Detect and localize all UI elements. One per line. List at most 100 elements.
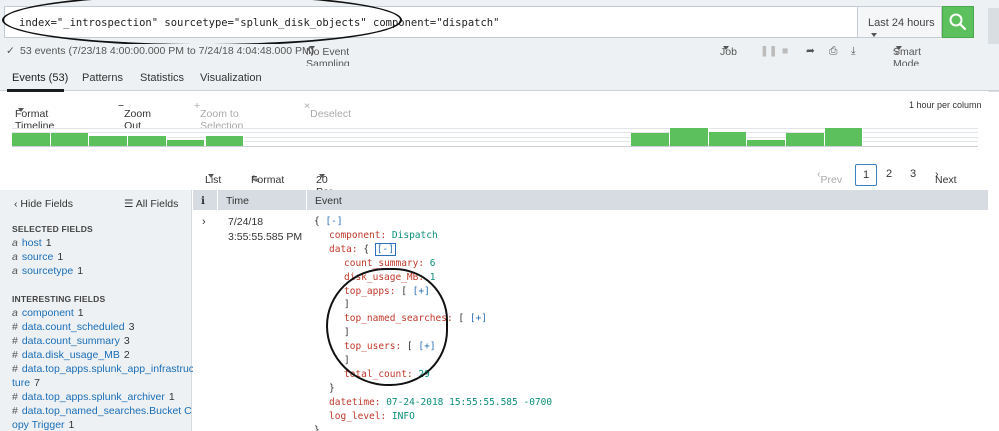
search-button[interactable] [942, 6, 974, 38]
field-item[interactable]: ture 7 [12, 377, 40, 389]
field-type-icon: # [12, 335, 18, 347]
json-line: data: { [-] [329, 242, 396, 256]
selected-fields-title: SELECTED FIELDS [12, 224, 93, 234]
json-line: disk_usage_MB: 1 [344, 271, 436, 283]
time-range-label: Last 24 hours [868, 17, 935, 29]
timeline-bar[interactable] [631, 133, 670, 146]
timeline-bar[interactable] [128, 136, 167, 146]
stop-icon[interactable]: ■ [782, 45, 788, 57]
timeline-bar[interactable] [708, 132, 748, 146]
field-item[interactable]: opy Trigger 1 [12, 419, 74, 431]
field-count: 2 [123, 349, 130, 361]
field-type-icon: # [12, 349, 18, 361]
hide-fields-button[interactable]: ‹ Hide Fields [14, 198, 73, 210]
search-icon [949, 13, 967, 31]
field-count: 1 [168, 391, 175, 403]
json-line: top_apps: [ [+] [344, 285, 430, 297]
field-type-icon: # [12, 391, 18, 403]
field-type-icon: a [12, 251, 18, 263]
json-line: log_level: INFO [329, 410, 415, 422]
field-item[interactable]: a component 1 [12, 307, 84, 319]
timeline-chart[interactable] [12, 128, 978, 146]
time-range-picker[interactable]: Last 24 hours [857, 6, 942, 38]
timeline-baseline [12, 146, 978, 147]
tab-statistics[interactable]: Statistics [140, 72, 184, 84]
field-count: 1 [57, 251, 64, 263]
field-name: data.count_summary [21, 335, 120, 347]
event-row: › 7/24/18 3:55:55.585 PM { [-] component:… [193, 210, 999, 431]
tab-patterns[interactable]: Patterns [82, 72, 123, 84]
tab-events[interactable]: Events (53) [12, 72, 68, 84]
field-name: sourcetype [21, 265, 74, 277]
deselect-button[interactable]: × Deselect [304, 100, 351, 120]
job-status-bar: ✓ 53 events (7/23/18 4:00:00.000 PM to 7… [0, 44, 999, 70]
field-item[interactable]: # data.top_named_searches.Bucket C [12, 405, 196, 417]
field-name: data.disk_usage_MB [21, 349, 120, 361]
field-name: data.top_apps.splunk_app_infrastruc [21, 363, 195, 375]
timeline-bar[interactable] [205, 136, 245, 146]
timeline-bar[interactable] [89, 136, 129, 146]
timeline-bar[interactable] [12, 133, 51, 146]
json-toggle[interactable]: [+] [418, 341, 435, 352]
event-column-header[interactable]: Event [307, 190, 988, 210]
json-line: { [-] [314, 216, 343, 227]
print-icon[interactable]: ⎙ [829, 45, 837, 58]
chevron-down-icon [871, 33, 877, 38]
page-3-button[interactable]: 3 [902, 164, 924, 186]
field-name: data.count_scheduled [21, 321, 125, 333]
field-item[interactable]: # data.count_scheduled 3 [12, 321, 134, 333]
field-item[interactable]: a sourcetype 1 [12, 265, 83, 277]
timeline-bar[interactable] [50, 133, 90, 146]
json-toggle[interactable]: [+] [470, 313, 487, 324]
search-bar: index="_introspection" sourcetype="splun… [0, 0, 999, 44]
timeline-bar[interactable] [824, 128, 864, 146]
field-count: 1 [68, 419, 75, 431]
interesting-fields-title: INTERESTING FIELDS [12, 294, 106, 304]
field-count: 1 [77, 307, 84, 319]
field-count: 1 [77, 265, 84, 277]
field-item[interactable]: # data.top_apps.splunk_app_infrastruc [12, 363, 198, 375]
field-name: ture [12, 377, 31, 389]
pause-icon[interactable]: ❚❚ [760, 45, 778, 57]
field-count: 3 [123, 335, 130, 347]
export-icon[interactable]: ⤓ [851, 45, 856, 58]
events-summary: 53 events (7/23/18 4:00:00.000 PM to 7/2… [20, 45, 315, 57]
json-line: ] [344, 355, 350, 366]
field-item[interactable]: # data.count_summary 3 [12, 335, 130, 347]
json-line: ] [344, 327, 350, 339]
timeline-bar[interactable] [669, 128, 709, 146]
field-name: data.top_apps.splunk_archiver [21, 391, 165, 403]
field-item[interactable]: a source 1 [12, 251, 63, 263]
json-toggle[interactable]: [-] [325, 216, 342, 227]
checkmark-icon: ✓ [6, 45, 15, 57]
json-toggle[interactable]: [-] [374, 242, 396, 256]
info-icon: i [201, 195, 205, 207]
field-type-icon: a [12, 265, 18, 277]
timeline-bar[interactable] [786, 133, 825, 146]
next-page-button[interactable]: Next › [935, 168, 957, 186]
prev-page-button[interactable]: ‹ Prev [817, 168, 842, 186]
field-type-icon: a [12, 237, 18, 249]
share-icon[interactable]: ➦ [806, 45, 815, 57]
json-toggle[interactable]: [+] [413, 286, 430, 297]
field-name: opy Trigger [12, 419, 65, 431]
json-line: ] [344, 299, 350, 311]
expand-chevron-icon[interactable]: › [202, 216, 206, 228]
time-column-header[interactable]: Time [218, 190, 306, 210]
json-line: top_users: [ [+] [344, 341, 436, 353]
field-item[interactable]: a host 1 [12, 237, 52, 249]
page-1-button[interactable]: 1 [855, 164, 877, 186]
zoom-to-selection-button[interactable]: + Zoom to Selection [194, 100, 243, 132]
field-type-icon: # [12, 405, 18, 417]
zoom-out-button[interactable]: − Zoom Out [118, 100, 151, 132]
timeline-scale-note: 1 hour per column [909, 100, 982, 110]
field-count: 1 [45, 237, 52, 249]
field-item[interactable]: # data.disk_usage_MB 2 [12, 349, 130, 361]
all-fields-button[interactable]: ☰ All Fields [124, 198, 178, 210]
field-item[interactable]: # data.top_apps.splunk_archiver 1 [12, 391, 175, 403]
tab-visualization[interactable]: Visualization [200, 72, 262, 84]
page-2-button[interactable]: 2 [878, 164, 900, 186]
list-icon: ☰ [124, 198, 134, 210]
field-name: source [21, 251, 54, 263]
search-input[interactable]: index="_introspection" sourcetype="splun… [4, 6, 857, 38]
